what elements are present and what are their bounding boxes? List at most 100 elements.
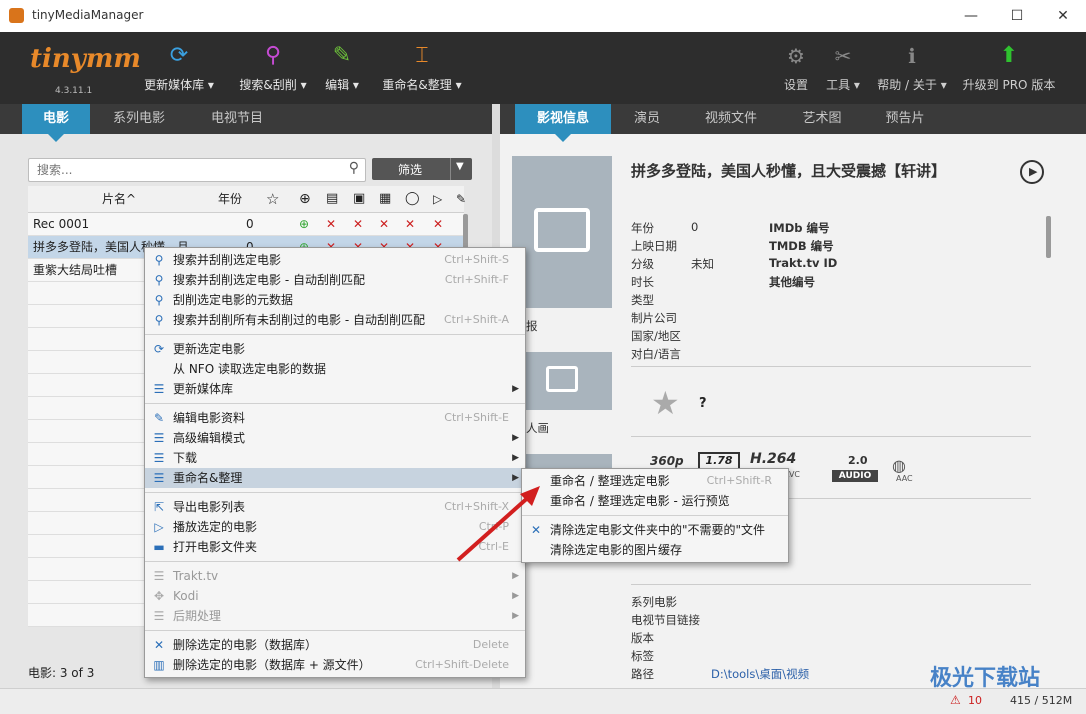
submenu-item-clean-files[interactable]: ✕ 清除选定电影文件夹中的"不需要的"文件 [522, 520, 788, 540]
rename-button[interactable]: ⌶ 重命名&整理 ▾ [378, 42, 466, 93]
x-icon: ✕ [433, 217, 444, 231]
tab-movies[interactable]: 电影 [22, 104, 90, 142]
nfo-column-icon[interactable]: ▤ [326, 186, 338, 212]
minimize-button[interactable]: — [948, 2, 994, 30]
menu-item-delete-db[interactable]: ✕ 删除选定的电影（数据库） Delete [145, 635, 525, 655]
chevron-down-icon[interactable]: ▼ [456, 161, 464, 172]
table-header: 片名^ 年份 ☆ ⊕ ▤ ▣ ▦ ◯ ▷ ✎ [28, 186, 466, 213]
folder-icon: ▬ [153, 540, 165, 554]
tab-media-files[interactable]: 视频文件 [690, 104, 772, 134]
artwork-column-icon[interactable]: ▣ [353, 186, 365, 212]
poster-caption: 报 [526, 319, 538, 333]
menu-separator [522, 515, 788, 516]
film-column-icon[interactable]: ▦ [379, 186, 391, 212]
play-column-icon[interactable]: ▷ [433, 186, 442, 212]
detail-scrollbar[interactable] [1046, 216, 1051, 258]
tab-tv-shows[interactable]: 电视节目 [196, 104, 278, 134]
scraped-column-icon[interactable]: ⊕ [299, 186, 311, 212]
upgrade-pro-button[interactable]: ⬆ 升级到 PRO 版本 [962, 42, 1056, 93]
menu-item-search-scrape-auto[interactable]: ⚲ 搜索并刮削选定电影 - 自动刮削匹配 Ctrl+Shift-F [145, 270, 525, 290]
info-fields-right: IMDb 编号 TMDB 编号 Trakt.tv ID 其他编号 [769, 220, 889, 292]
context-menu: ⚲ 搜索并刮削选定电影 Ctrl+Shift-S ⚲ 搜索并刮削选定电影 - 自动刮削… [144, 247, 526, 678]
kodi-icon: ✥ [153, 589, 165, 603]
x-icon: ✕ [353, 217, 364, 231]
path-link[interactable]: D:\tools\桌面\视频 [711, 666, 809, 682]
column-title[interactable]: 片名^ [102, 186, 136, 212]
edit-icon: ✎ [153, 411, 165, 425]
play-icon: ▶ [1029, 165, 1038, 178]
table-row[interactable]: Rec 0001 0 ⊕ ✕ ✕ ✕ ✕ ✕ [28, 213, 464, 236]
help-about-button[interactable]: ℹ 帮助 / 关于 ▾ [874, 42, 950, 93]
title-bar: tinyMediaManager — ☐ ✕ [0, 0, 1086, 33]
fanart-caption: 人画 [526, 421, 549, 435]
image-icon [534, 208, 590, 252]
menu-item-kodi[interactable]: ✥ Kodi ▶ [145, 586, 525, 606]
menu-item-postprocess[interactable]: ☰ 后期处理 ▶ [145, 606, 525, 626]
update-library-button[interactable]: ⟳ 更新媒体库 ▾ [140, 42, 218, 93]
filter-button[interactable]: 筛选 ▼ [372, 158, 472, 180]
other-id-label: 其他编号 [769, 275, 815, 289]
column-year[interactable]: 年份 [218, 186, 242, 212]
left-tabstrip: 电影 系列电影 电视节目 [0, 104, 492, 142]
movie-count: 电影: 3 of 3 [28, 666, 95, 680]
plus-icon: ⊕ [299, 217, 310, 231]
tab-trailer[interactable]: 预告片 [872, 104, 938, 134]
list-icon: ☰ [153, 609, 165, 623]
memory-usage: 415 / 512M [1010, 694, 1073, 707]
submenu-item-rename[interactable]: 重命名 / 整理选定电影 Ctrl+Shift-R [522, 471, 788, 491]
trash-icon: ▥ [153, 658, 165, 672]
play-trailer-button[interactable]: ▶ [1020, 160, 1044, 184]
search-scrape-button[interactable]: ⚲ 搜索&刮削 ▾ [233, 42, 313, 93]
rating-value: ? [699, 396, 707, 411]
info-field: 版本 [631, 631, 654, 645]
edit-button[interactable]: ✎ 编辑 ▾ [318, 42, 366, 93]
list-icon: ☰ [153, 431, 165, 445]
menu-item-update-selected[interactable]: ⟳ 更新选定电影 [145, 339, 525, 359]
audio-badge: AUDIO [832, 470, 878, 482]
search-icon: ⚲ [154, 273, 164, 287]
menu-item-update-library[interactable]: ☰ 更新媒体库 ▶ [145, 379, 525, 399]
play-icon: ▷ [154, 520, 164, 534]
tab-movie-info[interactable]: 影视信息 [515, 104, 611, 142]
app-version: 4.3.11.1 [55, 86, 93, 96]
arrow-shaft [456, 492, 534, 562]
refresh-icon: ⟳ [169, 43, 189, 68]
menu-item-download[interactable]: ☰ 下载 ▶ [145, 448, 525, 468]
info-field: 国家/地区 [631, 329, 681, 343]
x-icon: ✕ [379, 217, 390, 231]
watermark-logo: 极光下载站 [930, 666, 1041, 691]
main-toolbar: tinymm 4.3.11.1 ⟳ 更新媒体库 ▾ ⚲ 搜索&刮削 ▾ ✎ 编辑… [0, 32, 1086, 104]
warning-icon[interactable]: ⚠ [950, 693, 961, 707]
maximize-button[interactable]: ☐ [994, 2, 1040, 30]
menu-item-edit-movie[interactable]: ✎ 编辑电影资料 Ctrl+Shift-E [145, 408, 525, 428]
menu-item-scrape-unscraped[interactable]: ⚲ 搜索并刮削所有未刮削过的电影 - 自动刮削匹配 Ctrl+Shift-A [145, 310, 525, 330]
tab-artwork[interactable]: 艺术图 [784, 104, 860, 134]
menu-item-search-scrape[interactable]: ⚲ 搜索并刮削选定电影 Ctrl+Shift-S [145, 250, 525, 270]
app-icon [9, 8, 24, 23]
menu-item-advanced-edit[interactable]: ☰ 高级编辑模式 ▶ [145, 428, 525, 448]
info-icon: ℹ [908, 44, 916, 68]
wrench-column-icon[interactable]: ✎ [456, 186, 466, 212]
submenu-item-rename-preview[interactable]: 重命名 / 整理选定电影 - 运行预览 [522, 491, 788, 511]
menu-separator [145, 630, 525, 631]
settings-button[interactable]: ⚙ 设置 [780, 42, 812, 93]
right-tabstrip: 影视信息 演员 视频文件 艺术图 预告片 [500, 104, 1086, 142]
info-field: 系列电影 [631, 595, 677, 609]
menu-item-read-nfo[interactable]: 从 NFO 读取选定电影的数据 [145, 359, 525, 379]
annotation-arrow [456, 486, 540, 562]
window-title: tinyMediaManager [32, 8, 144, 22]
search-input[interactable] [35, 159, 339, 181]
menu-item-scrape-metadata[interactable]: ⚲ 刮削选定电影的元数据 [145, 290, 525, 310]
subtitle-column-icon[interactable]: ◯ [405, 186, 420, 212]
submenu-item-clear-image-cache[interactable]: 清除选定电影的图片缓存 [522, 540, 788, 560]
movie-title: 拼多多登陆，美国人秒懂，且大受震撼【轩讲】 [631, 162, 947, 180]
tab-movie-sets[interactable]: 系列电影 [98, 104, 180, 134]
star-column-icon[interactable]: ☆ [266, 186, 279, 212]
tools-button[interactable]: ✂ 工具 ▾ [822, 42, 864, 93]
search-icon[interactable]: ⚲ [349, 160, 359, 176]
tab-cast[interactable]: 演员 [618, 104, 676, 134]
warning-count: 10 [968, 694, 982, 707]
close-button[interactable]: ✕ [1040, 2, 1086, 30]
info-field: 制片公司 [631, 311, 677, 325]
menu-item-delete-files[interactable]: ▥ 删除选定的电影（数据库 + 源文件） Ctrl+Shift-Delete [145, 655, 525, 675]
